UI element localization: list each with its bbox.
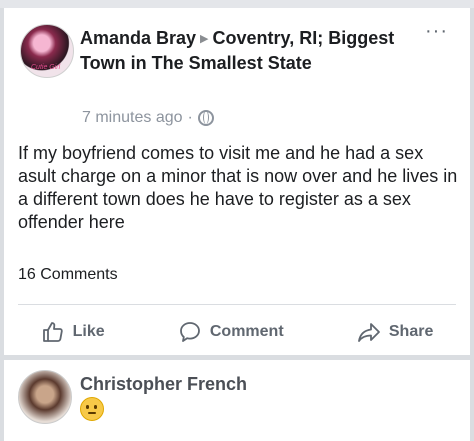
avatar-caption: Cutie Girl <box>31 64 61 71</box>
share-label: Share <box>388 323 434 340</box>
share-arrow-icon <box>357 323 380 342</box>
commenter-avatar[interactable] <box>18 370 72 424</box>
post-header: Amanda Bray ▶ Coventry, RI; Biggest Town i… <box>80 26 430 75</box>
meta-separator: · <box>187 109 193 126</box>
top-strip <box>0 0 474 8</box>
commenter-name[interactable]: Christopher French <box>80 374 247 395</box>
comment-item: Christopher French <box>4 360 470 441</box>
more-options-button[interactable]: ··· <box>425 21 448 41</box>
speech-bubble-icon <box>179 322 200 342</box>
author-name[interactable]: Amanda Bray <box>80 28 196 48</box>
post-card: Cutie Girl Amanda Bray ▶ Coventry, RI; Big… <box>4 8 470 355</box>
post-timestamp[interactable]: 7 minutes ago <box>82 108 183 128</box>
right-triangle-icon: ▶ <box>200 33 209 45</box>
action-bar: Like Comment Share <box>4 314 470 350</box>
post-meta: 7 minutes ago · <box>82 108 214 128</box>
author-avatar[interactable]: Cutie Girl <box>20 24 74 78</box>
rolling-eyes-emoji-icon <box>80 397 104 421</box>
globe-icon <box>197 110 214 126</box>
actions-divider <box>18 304 456 305</box>
comments-count[interactable]: 16 Comments <box>18 266 118 284</box>
thumbs-up-icon <box>42 322 63 342</box>
comment-button[interactable]: Comment <box>178 320 284 344</box>
share-button[interactable]: Share <box>357 320 433 344</box>
post-text: If my boyfriend comes to visit me and he… <box>18 143 458 232</box>
like-button[interactable]: Like <box>41 320 105 344</box>
comment-label: Comment <box>209 323 284 340</box>
like-label: Like <box>72 323 105 340</box>
